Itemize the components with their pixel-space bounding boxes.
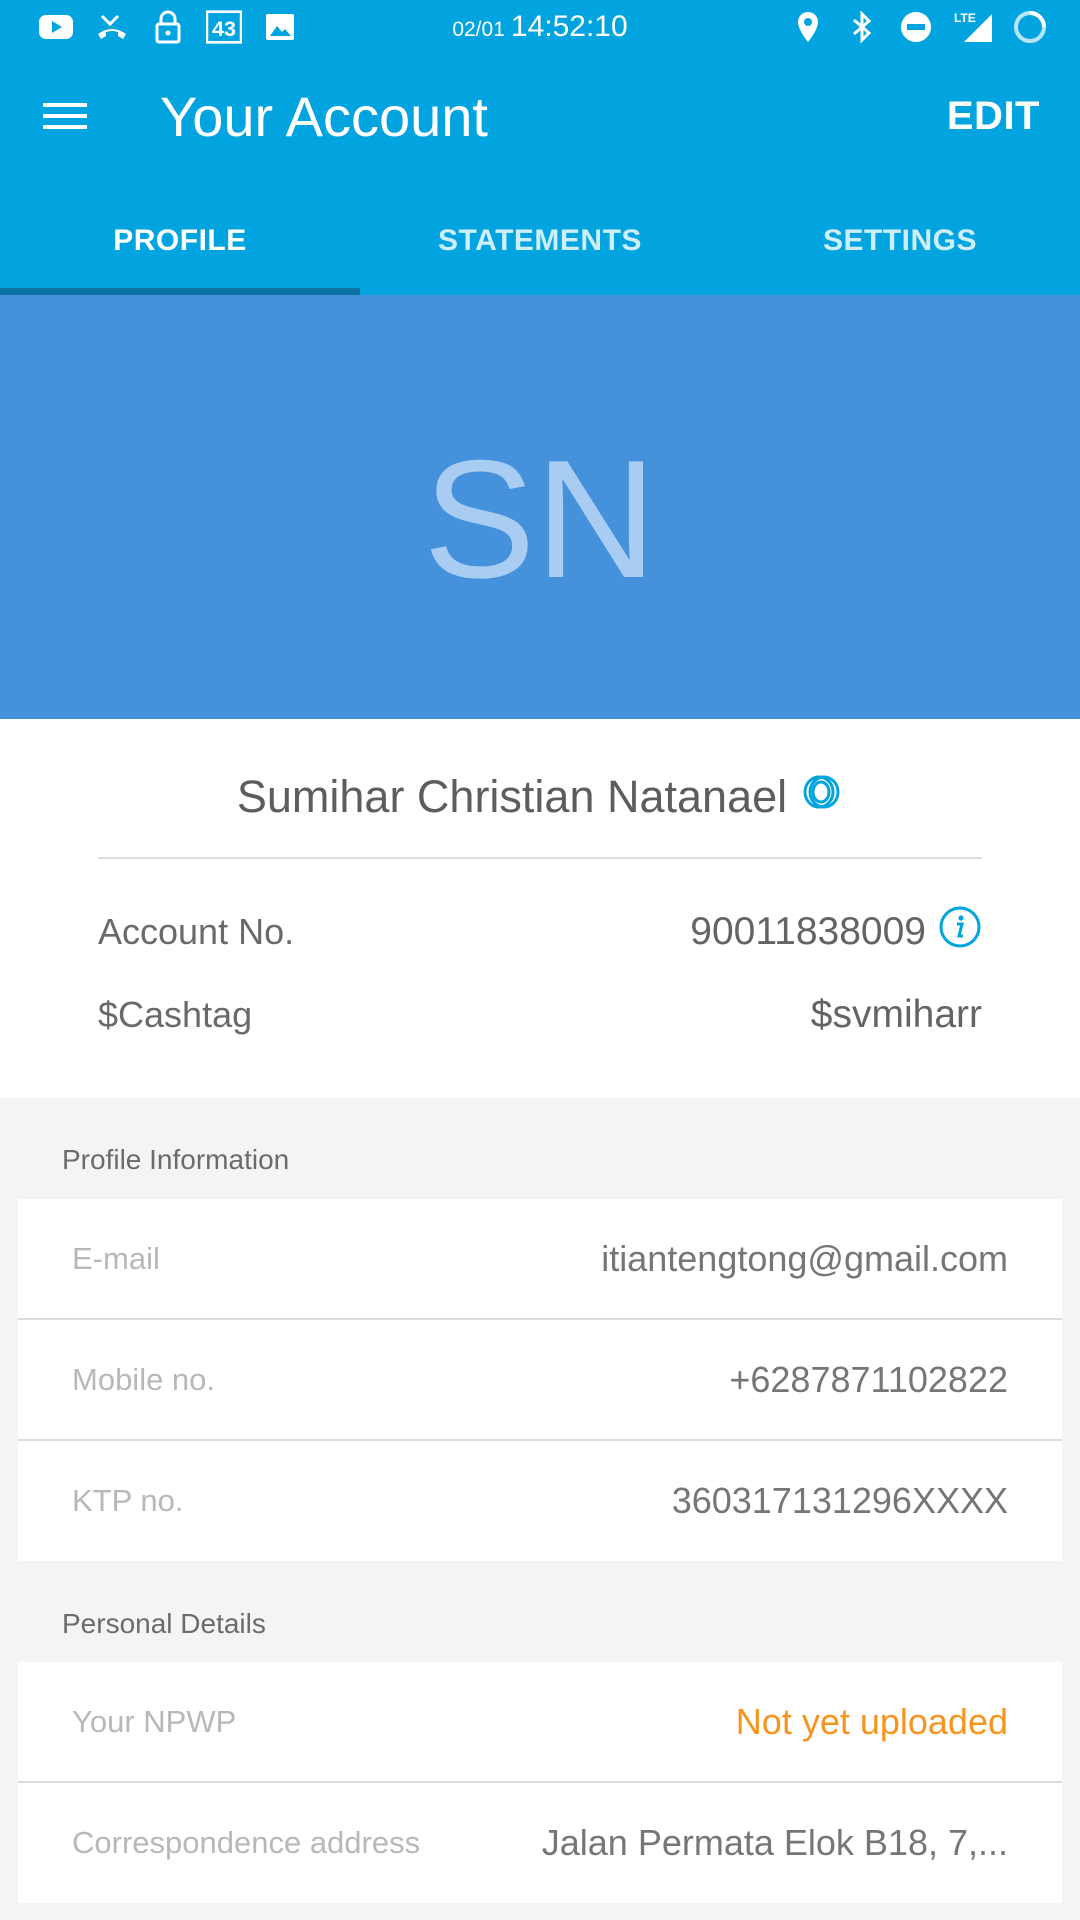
status-date: 02/01	[452, 18, 505, 41]
tab-bar: PROFILE STATEMENTS SETTINGS	[0, 176, 1080, 295]
app-bar: Your Account EDIT	[0, 56, 1080, 176]
avatar-banner: SN	[0, 295, 1080, 719]
account-number-value: 90011838009	[690, 910, 926, 953]
user-name-row: Sumihar Christian Natanael	[0, 771, 1080, 823]
email-label: E-mail	[72, 1241, 160, 1276]
identity-card: Sumihar Christian Natanael Account No. 9…	[0, 719, 1080, 1098]
tab-settings[interactable]: SETTINGS	[720, 176, 1080, 295]
address-value: Jalan Permata Elok B18, 7,...	[541, 1822, 1008, 1863]
status-time: 14:52:10	[510, 10, 628, 43]
hamburger-menu-icon	[43, 103, 87, 129]
verified-badge-icon	[801, 770, 843, 822]
cashtag-value: $svmiharr	[810, 993, 982, 1036]
email-row[interactable]: E-mail itiantengtong@gmail.com	[18, 1199, 1062, 1319]
section-title-profile-information: Profile Information	[62, 1144, 290, 1175]
status-bar: 43 02/01 14:52:10 LTE	[0, 0, 1080, 56]
mobile-label: Mobile no.	[72, 1362, 216, 1397]
email-value: itiantengtong@gmail.com	[601, 1238, 1008, 1279]
account-number-value-wrap: 90011838009	[690, 905, 982, 959]
cashtag-row: $Cashtag $svmiharr	[98, 993, 982, 1037]
name-divider	[98, 857, 982, 859]
tab-profile[interactable]: PROFILE	[0, 176, 360, 295]
cashtag-label: $Cashtag	[98, 994, 253, 1035]
page-title: Your Account	[160, 85, 488, 148]
info-icon[interactable]	[938, 905, 982, 959]
ktp-value: 360317131296XXXX	[671, 1480, 1008, 1521]
avatar-initials: SN	[423, 425, 657, 613]
location-icon	[790, 10, 826, 44]
address-label: Correspondence address	[72, 1825, 421, 1860]
address-row[interactable]: Correspondence address Jalan Permata Elo…	[18, 1783, 1062, 1903]
section-title-personal-details: Personal Details	[62, 1608, 266, 1639]
npwp-label: Your NPWP	[72, 1704, 237, 1739]
mobile-row[interactable]: Mobile no. +6287871102822	[18, 1320, 1062, 1440]
bluetooth-icon	[844, 10, 880, 44]
edit-button[interactable]: EDIT	[947, 94, 1040, 139]
menu-button[interactable]	[30, 86, 100, 146]
status-right-icons: LTE	[790, 10, 1048, 44]
mobile-value: +6287871102822	[729, 1359, 1008, 1400]
account-number-label: Account No.	[98, 911, 295, 952]
npwp-row[interactable]: Your NPWP Not yet uploaded	[18, 1662, 1062, 1782]
ktp-label: KTP no.	[72, 1483, 184, 1518]
account-number-row: Account No. 90011838009	[98, 905, 982, 959]
do-not-disturb-icon	[898, 10, 934, 44]
loading-circle-icon	[1012, 10, 1048, 44]
npwp-status: Not yet uploaded	[735, 1701, 1008, 1742]
lte-label: LTE	[954, 11, 976, 25]
tab-statements[interactable]: STATEMENTS	[360, 176, 720, 295]
ktp-row[interactable]: KTP no. 360317131296XXXX	[18, 1441, 1062, 1561]
lte-signal-icon: LTE	[952, 10, 994, 44]
user-name: Sumihar Christian Natanael	[236, 771, 788, 822]
